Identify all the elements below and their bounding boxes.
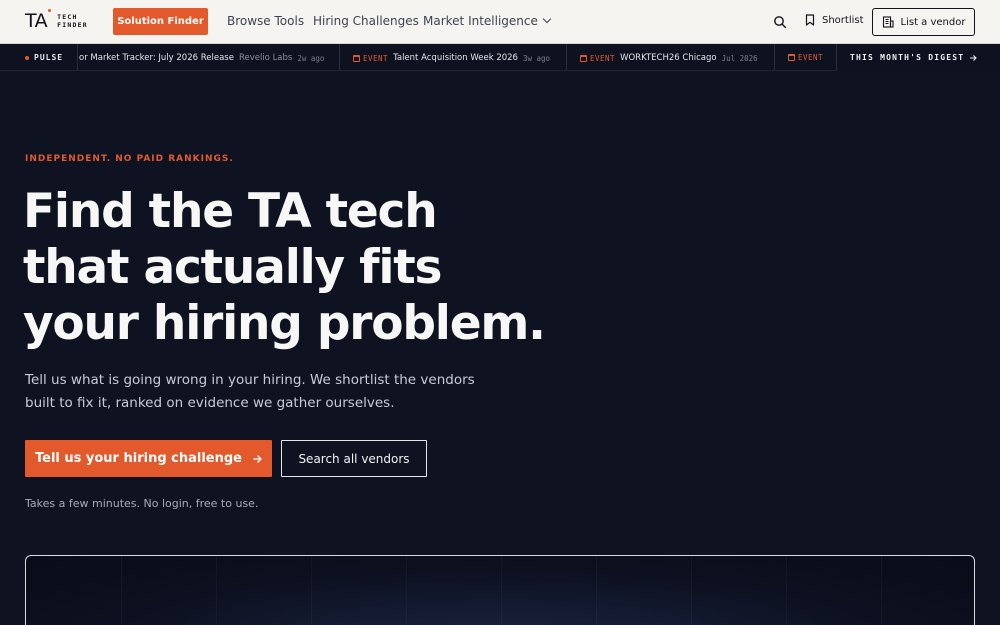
preview-grid-line	[311, 556, 312, 625]
hero-subtitle-line-1: Tell us what is going wrong in your hiri…	[25, 372, 475, 388]
ticker-item-tag: EVENT	[788, 53, 823, 62]
solution-finder-button[interactable]: Solution Finder	[113, 8, 208, 35]
nav-link-browse-tools[interactable]: Browse Tools	[227, 14, 304, 28]
logo[interactable]: TA TECH FINDER	[25, 9, 88, 32]
nav-link-market-intelligence-label: Market Intelligence	[423, 14, 538, 28]
ticker-divider	[77, 44, 78, 71]
search-vendors-button[interactable]: Search all vendors	[281, 440, 427, 477]
logo-mark: TA	[25, 10, 48, 32]
ticker-divider	[774, 44, 775, 71]
ticker-divider	[339, 44, 340, 71]
ticker-item-title: Talent Acquisition Week 2026	[393, 53, 518, 63]
news-ticker: PULSE or Market Tracker: July 2026 Relea…	[0, 44, 1000, 71]
preview-grid-line	[881, 556, 882, 625]
preview-grid-line	[216, 556, 217, 625]
chevron-down-icon	[542, 14, 552, 24]
top-nav: TA TECH FINDER Solution Finder Browse To…	[0, 0, 1000, 44]
preview-grid-line	[596, 556, 597, 625]
shortlist-link[interactable]: Shortlist	[805, 14, 864, 26]
ticker-item-age: Jul 2026	[721, 53, 758, 63]
ticker-item-source: Revelio Labs	[238, 53, 293, 63]
ticker-item-tag-label: EVENT	[798, 53, 824, 62]
hero-subtitle: Tell us what is going wrong in your hiri…	[25, 369, 495, 415]
hero-eyebrow: INDEPENDENT. NO PAID RANKINGS.	[25, 154, 234, 164]
digest-label: THIS MONTH'S DIGEST	[850, 53, 965, 62]
ticker-item[interactable]: EVENT WORKTECH26 Chicago Jul 2026	[580, 53, 758, 63]
calendar-icon	[580, 54, 587, 62]
ticker-divider	[566, 44, 567, 71]
calendar-icon	[353, 54, 360, 62]
list-vendor-button[interactable]: List a vendor	[872, 8, 975, 36]
ticker-item-age: 3w ago	[522, 53, 551, 63]
ticker-item-tag: EVENT	[580, 54, 615, 63]
ticker-item-title: WORKTECH26 Chicago	[620, 53, 717, 63]
shortlist-label: Shortlist	[822, 14, 864, 26]
preview-grid-line	[786, 556, 787, 625]
list-vendor-label: List a vendor	[900, 16, 966, 28]
ticker-item-tag-label: EVENT	[590, 53, 616, 63]
calendar-icon	[788, 54, 795, 61]
ticker-item-age: 2w ago	[297, 53, 325, 63]
hiring-challenge-button[interactable]: Tell us your hiring challenge	[25, 440, 272, 477]
preview-grid-line	[501, 556, 502, 625]
arrow-right-icon	[253, 454, 262, 463]
hero-section: INDEPENDENT. NO PAID RANKINGS. Find the …	[0, 72, 1000, 625]
pulse-label: PULSE	[25, 53, 63, 62]
ticker-item[interactable]: EVENT Talent Acquisition Week 2026 3w ag…	[353, 53, 550, 63]
bookmark-icon	[805, 14, 815, 26]
logo-sub-1: TECH	[57, 13, 78, 21]
logo-sub-2: FINDER	[57, 21, 88, 29]
logo-subtext: TECH FINDER	[57, 13, 88, 29]
hiring-challenge-label: Tell us your hiring challenge	[34, 451, 243, 466]
ticker-item[interactable]: or Market Tracker: July 2026 Release Rev…	[79, 53, 324, 63]
hero-headline: Find the TA tech that actually fits your…	[23, 184, 623, 352]
nav-link-hiring-challenges[interactable]: Hiring Challenges	[313, 14, 419, 28]
hero-note: Takes a few minutes. No login, free to u…	[25, 497, 259, 510]
hero-headline-line-3: your hiring problem.	[23, 296, 546, 351]
hero-subtitle-line-2: built to fix it, ranked on evidence we g…	[25, 395, 395, 411]
ticker-item[interactable]: EVENT	[788, 53, 823, 62]
ticker-item-title: or Market Tracker: July 2026 Release	[79, 53, 234, 63]
search-icon[interactable]	[773, 15, 787, 29]
building-icon	[882, 16, 894, 28]
pulse-text: PULSE	[34, 53, 64, 62]
hero-headline-line-1: Find the TA tech	[23, 184, 438, 239]
ticker-item-tag: EVENT	[353, 54, 388, 63]
product-preview-panel	[25, 555, 975, 625]
monthly-digest-link[interactable]: THIS MONTH'S DIGEST	[836, 44, 1000, 71]
hero-headline-line-2: that actually fits	[23, 240, 443, 295]
nav-link-market-intelligence[interactable]: Market Intelligence	[423, 14, 552, 28]
ticker-item-tag-label: EVENT	[363, 53, 389, 63]
preview-grid-line	[691, 556, 692, 625]
logo-dot	[48, 9, 51, 12]
arrow-right-icon	[970, 54, 978, 61]
preview-grid-line	[406, 556, 407, 625]
pulse-dot-icon	[25, 55, 29, 60]
preview-grid-line	[121, 556, 122, 625]
